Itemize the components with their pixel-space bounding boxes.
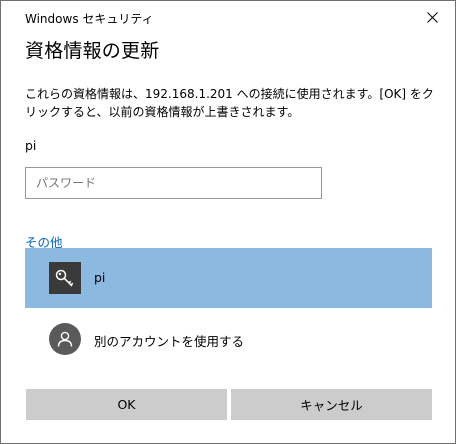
window-title: Windows セキュリティ xyxy=(25,12,154,26)
dialog-heading: 資格情報の更新 xyxy=(25,40,160,62)
cancel-button[interactable]: キャンセル xyxy=(231,389,432,420)
account-label: pi xyxy=(94,270,106,285)
account-option-pi[interactable]: pi xyxy=(25,248,432,308)
close-button[interactable] xyxy=(409,1,455,33)
key-icon xyxy=(49,262,81,294)
username-label: pi xyxy=(25,138,37,153)
ok-button[interactable]: OK xyxy=(26,389,227,420)
close-icon xyxy=(426,11,438,23)
account-option-other[interactable]: 別のアカウントを使用する xyxy=(25,309,432,369)
dialog-description: これらの資格情報は、192.168.1.201 への接続に使用されます。[OK]… xyxy=(25,87,434,119)
titlebar: Windows セキュリティ xyxy=(1,1,455,33)
password-input[interactable] xyxy=(25,167,322,199)
user-icon xyxy=(49,323,81,355)
account-label: 別のアカウントを使用する xyxy=(94,334,245,349)
credential-dialog: Windows セキュリティ 資格情報の更新 これらの資格情報は、192.168… xyxy=(0,0,456,444)
